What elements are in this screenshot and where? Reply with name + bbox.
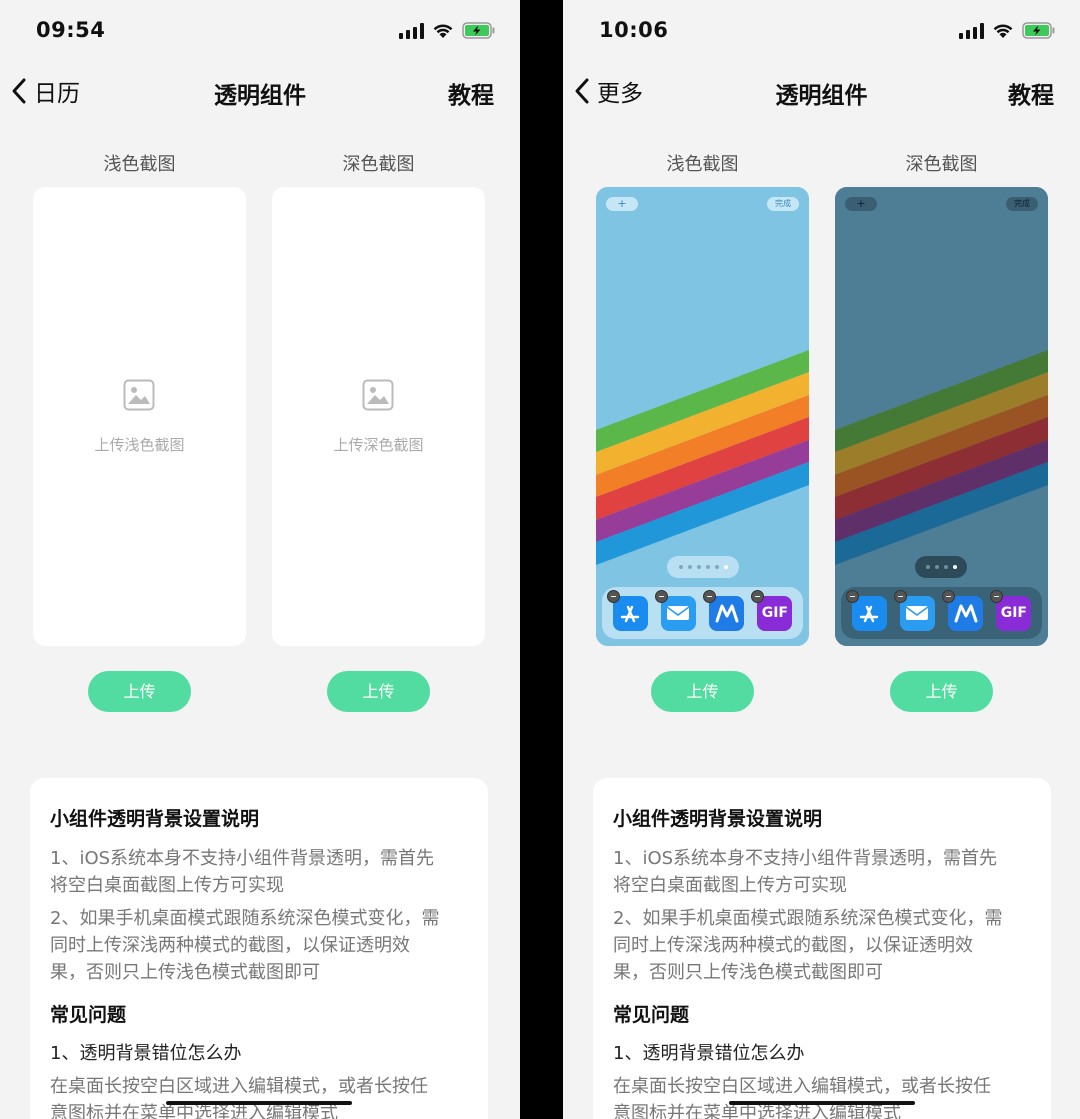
instruction-2: 2、如果手机桌面模式跟随系统深色模式变化，需 同时上传深浅两种模式的截图，以保证透…	[613, 908, 1003, 983]
instructions-title: 小组件透明背景设置说明	[50, 808, 260, 830]
upload-dark-button[interactable]: 上传	[327, 671, 430, 712]
faq-question-1: 1、透明背景错位怎么办	[50, 1043, 242, 1064]
chevron-left-icon	[12, 78, 26, 104]
status-icons	[399, 22, 496, 39]
page-dots	[915, 556, 967, 578]
gif-app-icon: GIF	[990, 589, 1032, 631]
dark-screenshot-label: 深色截图	[342, 154, 415, 175]
status-bar: 09:54	[0, 0, 520, 62]
status-icons	[959, 22, 1056, 39]
done-button: 完成	[1006, 197, 1038, 211]
home-indicator	[166, 1101, 352, 1105]
instructions-card: 小组件透明背景设置说明 1、iOS系统本身不支持小组件背景透明，需首先 将空白桌面…	[593, 778, 1051, 1119]
dark-screenshot-label: 深色截图	[905, 154, 978, 175]
light-screenshot-label: 浅色截图	[103, 154, 176, 175]
cellular-signal-icon	[399, 22, 424, 39]
faq-answer-1: 在桌面长按空白区域进入编辑模式，或者长按任 意图标并在菜单中选择进入编辑模式	[613, 1076, 991, 1119]
battery-charging-icon	[1022, 22, 1056, 39]
wifi-icon	[432, 23, 454, 39]
instructions-title: 小组件透明背景设置说明	[613, 808, 823, 830]
status-time: 09:54	[36, 18, 106, 42]
faq-title: 常见问题	[613, 1004, 690, 1026]
instruction-2: 2、如果手机桌面模式跟随系统深色模式变化，需 同时上传深浅两种模式的截图，以保证透…	[50, 908, 440, 983]
mail-icon	[893, 589, 935, 631]
back-button-label: 日历	[34, 81, 80, 107]
nav-bar: 更多 透明组件 教程	[563, 62, 1080, 120]
faq-title: 常见问题	[50, 1004, 127, 1026]
dock: GIF	[841, 587, 1042, 639]
instruction-1: 1、iOS系统本身不支持小组件背景透明，需首先 将空白桌面截图上传方可实现	[50, 848, 435, 896]
faq-answer-1: 在桌面长按空白区域进入编辑模式，或者长按任 意图标并在菜单中选择进入编辑模式	[50, 1076, 428, 1119]
dark-placeholder-text: 上传深色截图	[333, 436, 424, 454]
status-time: 10:06	[599, 18, 669, 42]
back-button[interactable]: 更多	[573, 74, 643, 108]
tutorial-button[interactable]: 教程	[448, 76, 494, 110]
dark-screenshot-upload-area[interactable]: 上传深色截图	[272, 187, 485, 646]
battery-charging-icon	[462, 22, 496, 39]
home-indicator	[729, 1101, 915, 1105]
back-button[interactable]: 日历	[10, 74, 80, 108]
add-widget-button: +	[845, 197, 877, 211]
wifi-icon	[992, 23, 1014, 39]
app-store-icon	[845, 589, 887, 631]
done-button: 完成	[767, 197, 799, 211]
instructions-card: 小组件透明背景设置说明 1、iOS系统本身不支持小组件背景透明，需首先 将空白桌面…	[30, 778, 488, 1119]
light-placeholder-text: 上传浅色截图	[94, 436, 185, 454]
phone-screen-left: 09:54 日历 透明组件 教程 浅色截图 深色截图 上传浅色截图 上传深色截图…	[0, 0, 520, 1119]
gif-app-icon: GIF	[751, 589, 793, 631]
page-dots	[667, 556, 739, 578]
light-screenshot-label: 浅色截图	[666, 154, 739, 175]
status-bar: 10:06	[563, 0, 1080, 62]
faq-question-1: 1、透明背景错位怎么办	[613, 1043, 805, 1064]
image-placeholder-icon	[123, 379, 155, 411]
maps-icon	[942, 589, 984, 631]
dark-screenshot-preview[interactable]: + 完成 GIF	[835, 187, 1048, 646]
upload-light-button[interactable]: 上传	[88, 671, 191, 712]
instruction-1: 1、iOS系统本身不支持小组件背景透明，需首先 将空白桌面截图上传方可实现	[613, 848, 998, 896]
cellular-signal-icon	[959, 22, 984, 39]
tutorial-button[interactable]: 教程	[1008, 76, 1054, 110]
nav-bar: 日历 透明组件 教程	[0, 62, 520, 120]
upload-dark-button[interactable]: 上传	[890, 671, 993, 712]
upload-light-button[interactable]: 上传	[651, 671, 754, 712]
mail-icon	[654, 589, 696, 631]
app-store-icon	[606, 589, 648, 631]
back-button-label: 更多	[597, 81, 643, 107]
chevron-left-icon	[575, 78, 589, 104]
dock: GIF	[602, 587, 803, 639]
light-screenshot-upload-area[interactable]: 上传浅色截图	[33, 187, 246, 646]
light-screenshot-preview[interactable]: + 完成 GIF	[596, 187, 809, 646]
image-placeholder-icon	[362, 379, 394, 411]
add-widget-button: +	[606, 197, 638, 211]
phone-screen-right: 10:06 更多 透明组件 教程 浅色截图 深色截图 + 完成 GIF + 完成…	[563, 0, 1080, 1119]
maps-icon	[703, 589, 745, 631]
